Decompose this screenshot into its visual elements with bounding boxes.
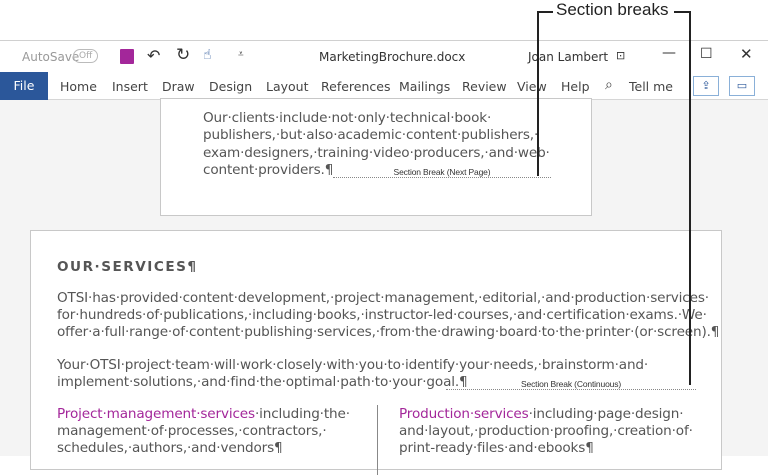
text-line: print-ready·files·and·ebooks¶ bbox=[399, 440, 594, 456]
text-span: ·including·the· bbox=[254, 406, 350, 422]
section-break-next-page: Section Break (Next Page) bbox=[333, 167, 551, 178]
tell-me-input[interactable]: Tell me bbox=[629, 79, 673, 94]
undo-icon[interactable]: ↶ bbox=[147, 46, 160, 65]
title-bar: AutoSave Off ↶ ↻ ☝ ⩡ MarketingBrochure.d… bbox=[0, 40, 768, 72]
text-line: and·layout,·production·proofing,·creatio… bbox=[399, 423, 693, 439]
save-icon[interactable] bbox=[120, 49, 134, 64]
callout-line bbox=[537, 11, 553, 13]
text-line: implement·solutions,·and·find·the·optima… bbox=[57, 374, 468, 390]
callout-pointer-next-page bbox=[537, 11, 539, 176]
text-line: exam·designers,·training·video·producers… bbox=[203, 145, 550, 161]
page-2: OUR·SERVICES¶ OTSI·has·provided·content·… bbox=[30, 230, 722, 475]
link-production-services: Production·services bbox=[399, 406, 529, 422]
customize-qat-icon[interactable]: ⩡ bbox=[238, 49, 244, 60]
text-line: Your·OTSI·project·team·will·work·closely… bbox=[57, 357, 649, 373]
link-project-management: Project·management·services bbox=[57, 406, 255, 422]
tab-file[interactable]: File bbox=[0, 72, 48, 100]
redo-icon[interactable]: ↻ bbox=[176, 45, 190, 65]
comments-button[interactable]: ▭ bbox=[729, 76, 755, 96]
document-title: MarketingBrochure.docx bbox=[319, 50, 466, 64]
minimize-icon[interactable]: — bbox=[662, 45, 676, 61]
tab-insert[interactable]: Insert bbox=[112, 79, 148, 94]
maximize-icon[interactable]: ☐ bbox=[700, 46, 713, 62]
share-button[interactable]: ⇪ bbox=[693, 76, 719, 96]
autosave-label: AutoSave bbox=[22, 50, 80, 64]
tab-references[interactable]: References bbox=[321, 79, 390, 94]
ribbon-display-icon[interactable]: ⊡ bbox=[616, 49, 625, 62]
tab-design[interactable]: Design bbox=[209, 79, 252, 94]
column-divider bbox=[377, 405, 378, 475]
close-icon[interactable]: ✕ bbox=[740, 45, 753, 63]
ribbon-tabs: File Home Insert Draw Design Layout Refe… bbox=[0, 72, 768, 100]
page-1: Our·clients·include·not·only·technical·b… bbox=[160, 98, 592, 216]
search-icon[interactable]: ⌕ bbox=[605, 77, 613, 93]
column-1-line: Project·management·services·including·th… bbox=[57, 406, 350, 422]
document-area: Our·clients·include·not·only·technical·b… bbox=[0, 98, 768, 475]
section-break-continuous: Section Break (Continuous) bbox=[446, 379, 696, 390]
user-name[interactable]: Joan Lambert bbox=[528, 50, 608, 64]
text-line: schedules,·authors,·and·vendors¶ bbox=[57, 440, 283, 456]
column-2-line: Production·services·including·page·desig… bbox=[399, 406, 684, 422]
callout-label: Section breaks bbox=[556, 0, 669, 19]
text-line: content·providers.¶ bbox=[203, 162, 334, 178]
text-span: ·including·page·design· bbox=[528, 406, 684, 422]
callout-pointer-continuous bbox=[689, 11, 691, 385]
touch-mode-icon[interactable]: ☝ bbox=[203, 47, 212, 63]
tab-layout[interactable]: Layout bbox=[266, 79, 309, 94]
tab-home[interactable]: Home bbox=[60, 79, 97, 94]
text-line: offer·a·full·range·of·content·publishing… bbox=[57, 324, 720, 340]
tab-view[interactable]: View bbox=[517, 79, 547, 94]
text-line: Our·clients·include·not·only·technical·b… bbox=[203, 110, 492, 126]
tab-draw[interactable]: Draw bbox=[162, 79, 195, 94]
tab-review[interactable]: Review bbox=[462, 79, 507, 94]
tab-help[interactable]: Help bbox=[561, 79, 590, 94]
text-line: publishers,·but·also·academic·content·pu… bbox=[203, 127, 539, 143]
text-line: management·of·processes,·contractors,· bbox=[57, 423, 327, 439]
section-heading: OUR·SERVICES¶ bbox=[57, 259, 198, 275]
text-line: for·hundreds·of·publications,·including·… bbox=[57, 307, 707, 323]
text-line: OTSI·has·provided·content·development,·p… bbox=[57, 290, 709, 306]
tab-mailings[interactable]: Mailings bbox=[399, 79, 450, 94]
autosave-toggle[interactable]: Off bbox=[73, 49, 99, 63]
